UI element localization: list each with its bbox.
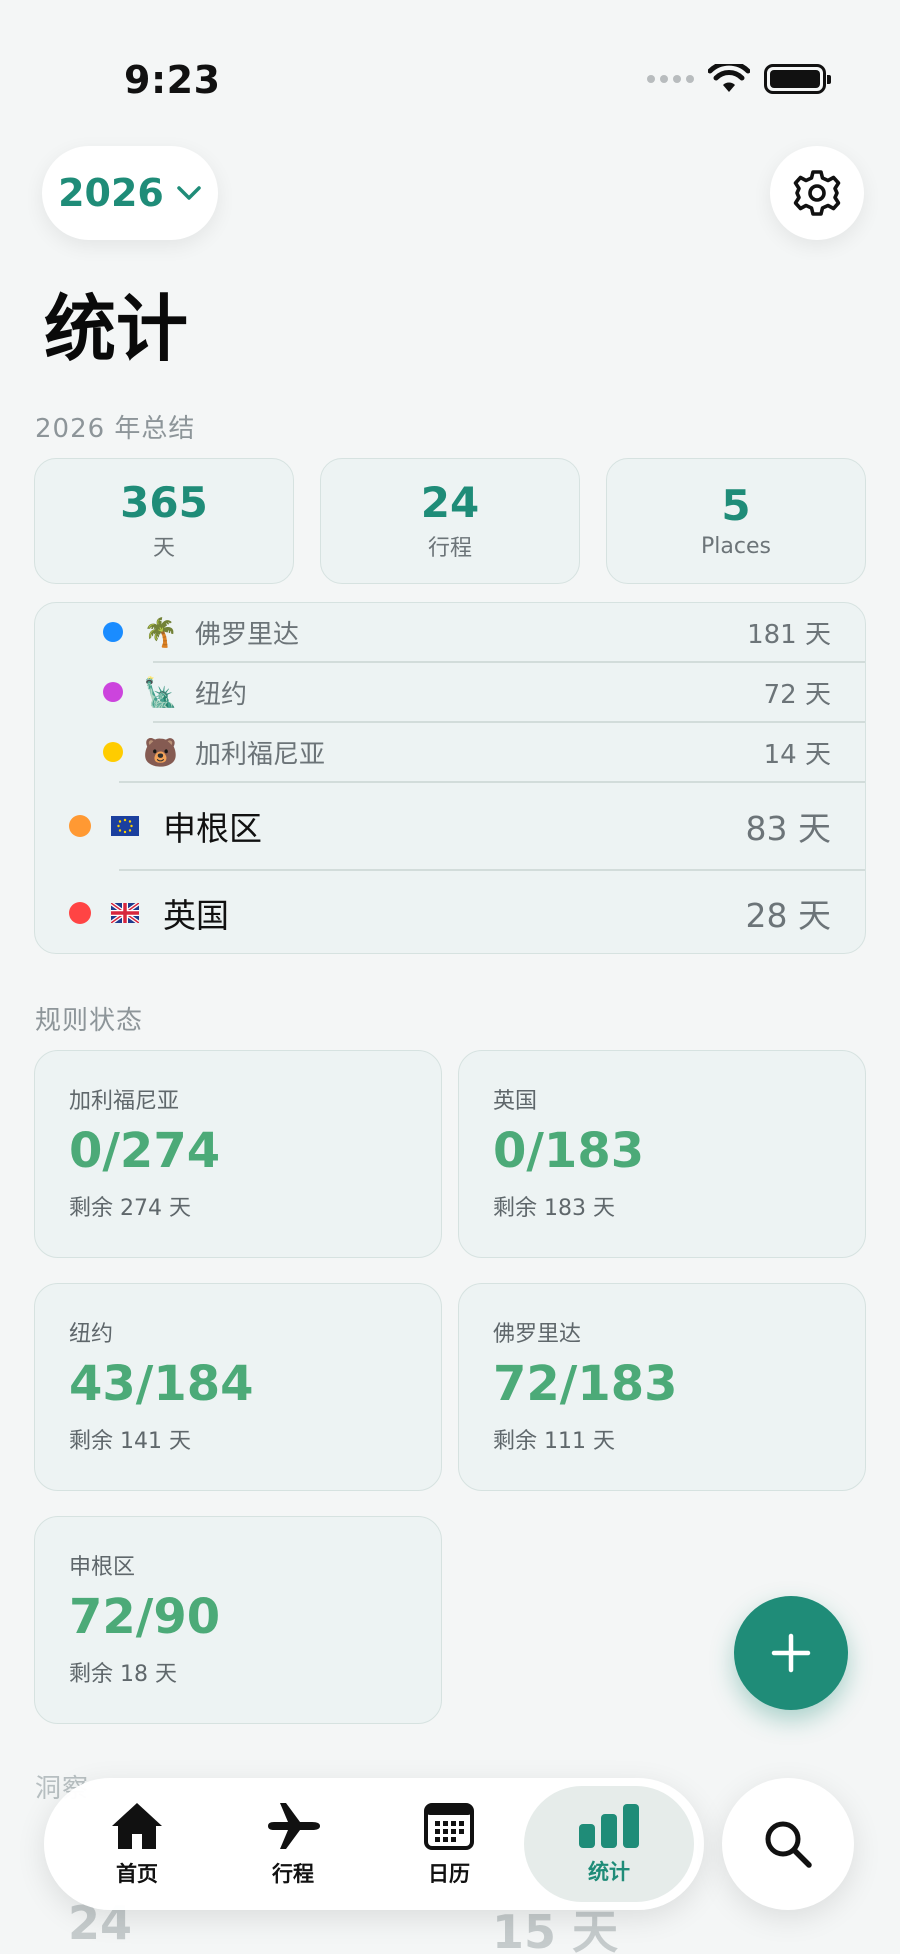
rule-remaining: 剩余 18 天 [69,1661,177,1687]
rule-name: 英国 [493,1089,538,1114]
tab-stats[interactable]: 统计 [524,1786,694,1902]
settings-button[interactable] [770,146,864,240]
place-row-florida[interactable]: 🌴 佛罗里达 181 天 [35,603,865,661]
summary-label: 行程 [427,536,472,562]
status-icons [647,64,831,94]
summary-section-label: 2026 年总结 [35,414,196,444]
place-row-california[interactable]: 🐻 加利福尼亚 14 天 [35,723,865,781]
add-trip-button[interactable] [734,1596,848,1710]
place-days: 72 天 [763,679,831,710]
summary-card-days: 365 天 [34,458,294,584]
place-row-new-york[interactable]: 🗽 纽约 72 天 [35,663,865,721]
rule-value: 0/274 [69,1123,221,1179]
tab-label: 行程 [272,1862,314,1886]
tab-home[interactable]: 首页 [62,1778,212,1910]
place-days: 181 天 [747,619,831,650]
place-name: 纽约 [195,679,248,710]
rule-remaining: 剩余 183 天 [493,1195,615,1221]
gear-icon [793,170,841,216]
status-time: 9:23 [124,58,221,102]
summary-value: 365 [120,477,208,527]
rule-card-california[interactable]: 加利福尼亚 0/274 剩余 274 天 [34,1050,442,1258]
rule-card-new-york[interactable]: 纽约 43/184 剩余 141 天 [34,1283,442,1491]
place-days: 28 天 [745,896,831,935]
rule-remaining: 剩余 141 天 [69,1428,191,1454]
uk-flag-icon [111,903,139,923]
tab-bar: 首页 行程 日历 统计 [44,1778,704,1910]
summary-cards: 365 天 24 行程 5 Places [34,458,866,584]
rule-card-uk[interactable]: 英国 0/183 剩余 183 天 [458,1050,866,1258]
bar-chart-icon [579,1804,639,1848]
color-dot [69,902,91,924]
search-icon [765,1821,812,1868]
rule-remaining: 剩余 274 天 [69,1195,191,1221]
house-icon [112,1803,162,1849]
summary-card-places: 5 Places [606,458,866,584]
rule-name: 纽约 [69,1322,114,1347]
tab-calendar[interactable]: 日历 [374,1778,524,1910]
tab-label: 首页 [116,1862,158,1886]
tab-label: 日历 [428,1862,470,1886]
summary-value: 5 [721,481,751,531]
rules-section-label: 规则状态 [35,1006,144,1036]
color-dot [103,742,123,762]
color-dot [69,815,91,837]
plus-icon [771,1633,811,1673]
bear-icon: 🐻 [143,735,178,769]
rule-value: 72/90 [69,1589,221,1645]
place-name: 英国 [163,896,229,935]
year-label: 2026 [58,171,164,215]
rule-value: 0/183 [493,1123,645,1179]
wifi-icon [708,64,750,92]
summary-label: 天 [152,536,175,562]
search-button[interactable] [722,1778,854,1910]
place-name: 申根区 [163,809,262,848]
battery-icon [764,64,831,94]
rule-name: 佛罗里达 [493,1322,582,1347]
rule-name: 申根区 [69,1555,136,1580]
signal-dots-icon [647,75,694,83]
calendar-icon [424,1803,474,1850]
palm-tree-icon: 🌴 [143,615,178,649]
place-row-uk[interactable]: 英国 28 天 [35,871,865,953]
rule-value: 43/184 [69,1356,254,1412]
summary-label: Places [701,533,771,559]
chevron-down-icon [177,186,201,200]
airplane-icon [268,1803,320,1849]
statue-of-liberty-icon: 🗽 [143,675,178,709]
rule-card-schengen[interactable]: 申根区 72/90 剩余 18 天 [34,1516,442,1724]
place-row-schengen[interactable]: 申根区 83 天 [35,783,865,869]
tab-label: 统计 [588,1860,630,1884]
tab-trips[interactable]: 行程 [218,1778,368,1910]
summary-card-trips: 24 行程 [320,458,580,584]
color-dot [103,622,123,642]
summary-value: 24 [420,477,480,527]
page-title: 统计 [44,287,189,371]
place-name: 佛罗里达 [195,619,300,650]
eu-flag-icon [111,816,139,836]
color-dot [103,682,123,702]
rule-name: 加利福尼亚 [69,1089,180,1114]
rule-remaining: 剩余 111 天 [493,1428,615,1454]
places-list: 🌴 佛罗里达 181 天 🗽 纽约 72 天 🐻 加利福尼亚 14 天 申根区 … [34,602,866,954]
year-selector[interactable]: 2026 [42,146,218,240]
place-days: 83 天 [745,809,831,848]
place-name: 加利福尼亚 [195,739,326,770]
rule-value: 72/183 [493,1356,678,1412]
rule-card-florida[interactable]: 佛罗里达 72/183 剩余 111 天 [458,1283,866,1491]
place-days: 14 天 [763,739,831,770]
